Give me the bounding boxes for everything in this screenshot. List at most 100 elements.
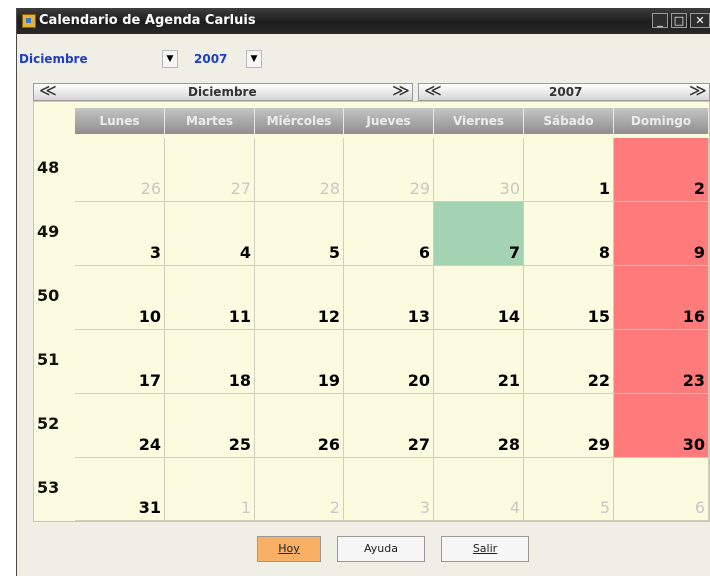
weekday-header: Miércoles (255, 108, 344, 134)
day-cell[interactable]: 6 (344, 202, 434, 266)
title-bar[interactable]: Calendario de Agenda Carluis _ □ ✕ (17, 8, 710, 34)
day-cell[interactable]: 6 (614, 458, 709, 521)
day-cell[interactable]: 28 (434, 394, 524, 458)
day-number: 20 (407, 371, 430, 390)
prev-month-icon[interactable]: ≪ (39, 82, 57, 100)
day-cell[interactable]: 10 (75, 266, 165, 330)
day-cell[interactable]: 4 (434, 458, 524, 521)
day-cell[interactable]: 21 (434, 330, 524, 394)
day-number: 12 (317, 307, 340, 326)
day-cell-holiday[interactable]: 9 (614, 202, 709, 266)
day-number: 6 (694, 498, 705, 517)
month-dropdown-arrow-icon[interactable]: ▼ (162, 50, 178, 68)
day-number: 1 (240, 498, 251, 517)
day-number: 30 (499, 179, 520, 198)
day-cell-holiday[interactable]: 2 (614, 138, 709, 202)
day-number: 31 (138, 498, 161, 517)
day-cell[interactable]: 22 (524, 330, 614, 394)
day-cell[interactable]: 27 (344, 394, 434, 458)
day-number: 23 (682, 371, 705, 390)
day-number: 5 (328, 243, 340, 262)
month-select[interactable]: Diciembre ▼ (19, 50, 178, 70)
day-cell[interactable]: 11 (165, 266, 255, 330)
day-number: 28 (497, 435, 520, 454)
day-cell[interactable]: 13 (344, 266, 434, 330)
minimize-button[interactable]: _ (652, 13, 668, 28)
day-cell[interactable]: 2 (255, 458, 344, 521)
day-cell[interactable]: 27 (165, 138, 255, 202)
day-cell[interactable]: 8 (524, 202, 614, 266)
day-cell[interactable]: 25 (165, 394, 255, 458)
today-button[interactable]: Hoy (257, 536, 321, 562)
calendar-app-icon (22, 14, 36, 28)
day-number: 30 (682, 435, 705, 454)
day-cell-holiday[interactable]: 30 (614, 394, 709, 458)
day-number: 17 (138, 371, 161, 390)
selector-row: Diciembre ▼ 2007 ▼ (17, 50, 710, 72)
day-cell[interactable]: 29 (344, 138, 434, 202)
day-number: 1 (598, 179, 610, 198)
day-cell[interactable]: 26 (75, 138, 165, 202)
close-button[interactable]: ✕ (690, 13, 710, 28)
day-number: 16 (682, 307, 705, 326)
day-cell[interactable]: 26 (255, 394, 344, 458)
day-cell-holiday[interactable]: 16 (614, 266, 709, 330)
weekday-header: Sábado (524, 108, 614, 134)
day-cell[interactable]: 29 (524, 394, 614, 458)
next-month-icon[interactable]: ≫ (392, 82, 410, 100)
day-cell[interactable]: 5 (255, 202, 344, 266)
day-number: 8 (598, 243, 610, 262)
day-cell[interactable]: 19 (255, 330, 344, 394)
day-cell[interactable]: 4 (165, 202, 255, 266)
day-cell[interactable]: 3 (75, 202, 165, 266)
exit-button[interactable]: Salir (441, 536, 529, 562)
day-cell[interactable]: 12 (255, 266, 344, 330)
help-button[interactable]: Ayuda (337, 536, 425, 562)
day-cell[interactable]: 20 (344, 330, 434, 394)
maximize-button[interactable]: □ (671, 13, 687, 28)
day-cell[interactable]: 15 (524, 266, 614, 330)
day-number: 11 (228, 307, 251, 326)
day-number: 27 (230, 179, 251, 198)
weekday-header: Jueves (344, 108, 434, 134)
day-number: 28 (319, 179, 340, 198)
day-cell[interactable]: 30 (434, 138, 524, 202)
day-cell[interactable]: 31 (75, 458, 165, 521)
day-number: 26 (317, 435, 340, 454)
day-number: 27 (407, 435, 430, 454)
day-cell-holiday[interactable]: 23 (614, 330, 709, 394)
day-cell[interactable]: 24 (75, 394, 165, 458)
day-number: 19 (317, 371, 340, 390)
week-number: 50 (37, 286, 60, 305)
weekday-header: Viernes (434, 108, 524, 134)
day-number: 3 (149, 243, 161, 262)
day-number: 10 (138, 307, 161, 326)
day-cell[interactable]: 5 (524, 458, 614, 521)
day-cell[interactable]: 3 (344, 458, 434, 521)
prev-year-icon[interactable]: ≪ (424, 82, 442, 100)
week-number: 49 (37, 222, 60, 241)
day-number: 4 (509, 498, 520, 517)
week-number: 52 (37, 414, 60, 433)
day-cell-today[interactable]: 7 (434, 202, 524, 266)
day-number: 6 (418, 243, 430, 262)
exit-button-label: Salir (472, 542, 498, 555)
year-select-value: 2007 (194, 52, 228, 66)
next-year-icon[interactable]: ≫ (689, 82, 707, 100)
day-cell[interactable]: 17 (75, 330, 165, 394)
day-number: 18 (228, 371, 251, 390)
day-cell[interactable]: 14 (434, 266, 524, 330)
day-number: 29 (409, 179, 430, 198)
day-number: 26 (140, 179, 161, 198)
help-button-label: Ayuda (364, 542, 398, 555)
weekday-header: Martes (165, 108, 255, 134)
year-select[interactable]: 2007 ▼ (194, 50, 264, 70)
year-dropdown-arrow-icon[interactable]: ▼ (246, 50, 262, 68)
day-cell[interactable]: 28 (255, 138, 344, 202)
day-cell[interactable]: 1 (524, 138, 614, 202)
day-cell[interactable]: 1 (165, 458, 255, 521)
day-number: 21 (497, 371, 520, 390)
today-button-label: Hoy (278, 542, 300, 555)
app-window: Calendario de Agenda Carluis _ □ ✕ Dicie… (16, 8, 710, 576)
day-cell[interactable]: 18 (165, 330, 255, 394)
